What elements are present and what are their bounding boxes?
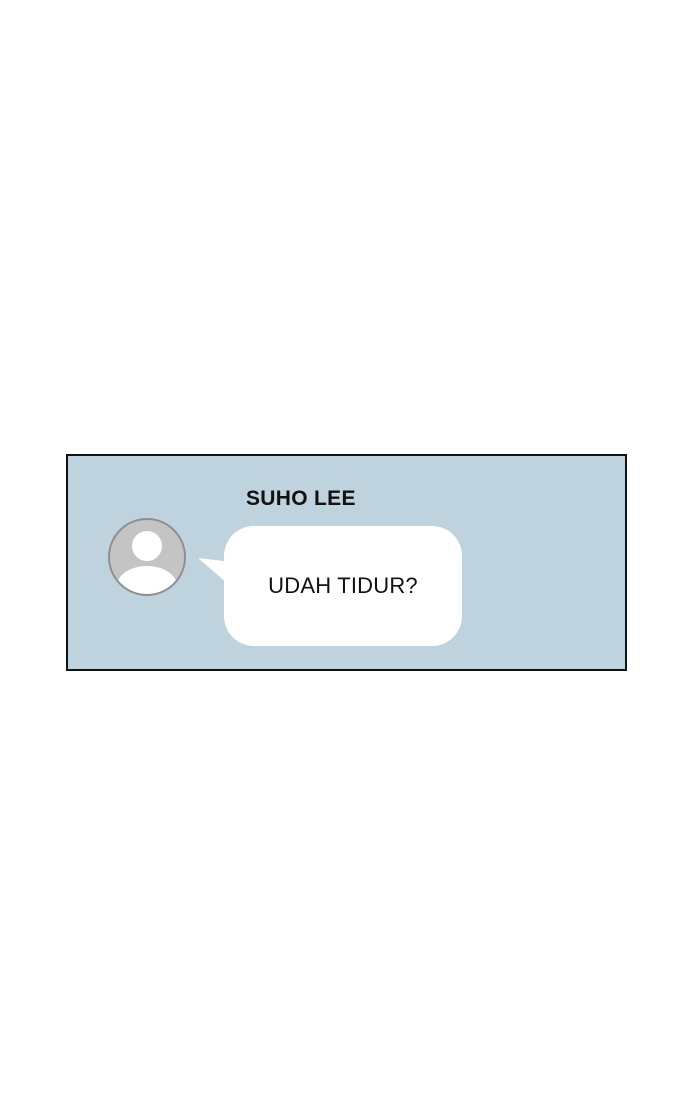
page: SUHO LEE UDAH TIDUR? — [0, 0, 700, 1100]
chat-message-panel: SUHO LEE UDAH TIDUR? — [66, 454, 627, 671]
user-avatar-icon[interactable] — [108, 518, 186, 596]
message-text: UDAH TIDUR? — [268, 573, 418, 598]
message-bubble[interactable]: UDAH TIDUR? — [224, 526, 462, 646]
person-silhouette-icon — [117, 531, 177, 594]
sender-name: SUHO LEE — [246, 487, 356, 510]
